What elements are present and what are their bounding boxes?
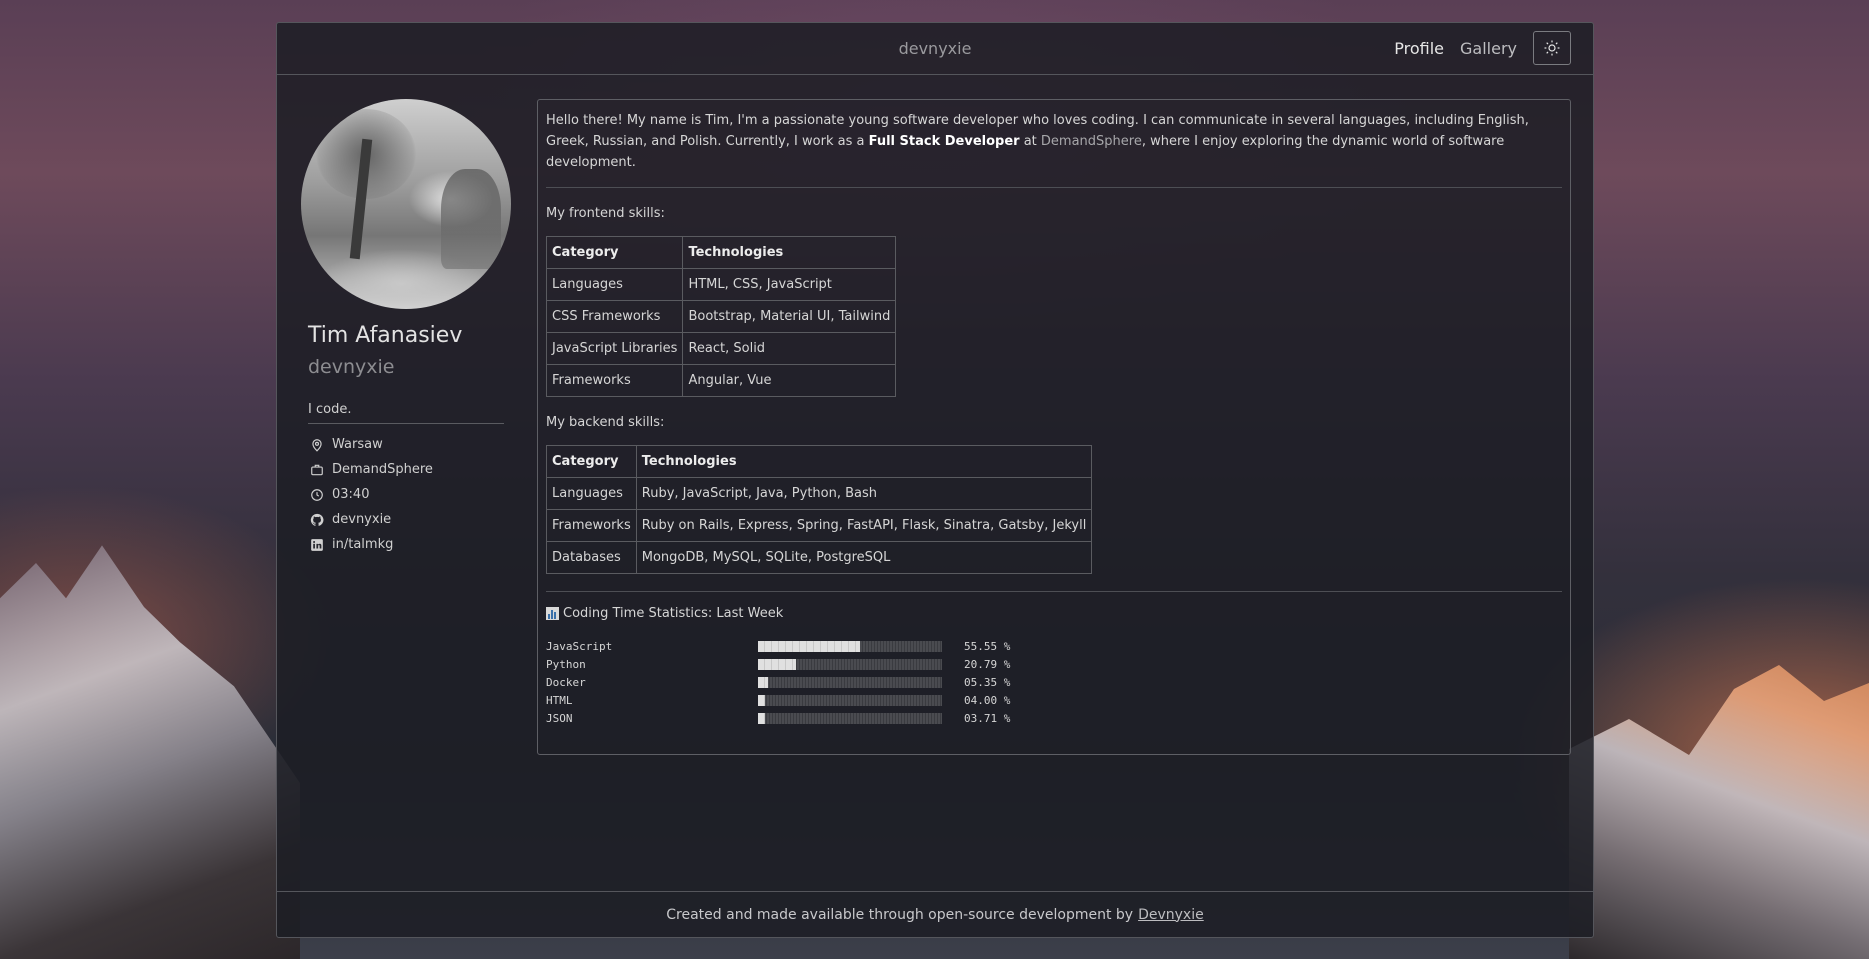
footer-text: Created and made available through open-… <box>666 906 1134 923</box>
backend-title: My backend skills: <box>546 415 665 430</box>
info-company: DemandSphere <box>308 457 501 482</box>
footer: Created and made available through open-… <box>277 891 1593 937</box>
company-link[interactable]: DemandSphere <box>1041 134 1142 149</box>
table-row: Languages Ruby, JavaScript, Java, Python… <box>546 477 1093 510</box>
nav-profile-link[interactable]: Profile <box>1394 39 1444 58</box>
table-row: JavaScript Libraries React, Solid <box>545 332 897 365</box>
frontend-skills-table: Category Technologies Languages HTML, CS… <box>545 236 897 397</box>
stat-percent: 55.55 % <box>964 639 1011 653</box>
info-linkedin[interactable]: in/talmkg <box>308 532 501 557</box>
stat-language: Docker <box>546 675 586 689</box>
avatar <box>301 99 511 309</box>
info-linkedin-text[interactable]: in/talmkg <box>332 537 393 552</box>
profile-info: Warsaw DemandSphere 03:40 devnyxie in/ta… <box>308 432 501 557</box>
profile-bio: I code. <box>308 402 504 424</box>
stat-bar <box>758 640 942 652</box>
stat-row: JSON 03.71 % <box>546 709 1562 727</box>
table-row: Frameworks Angular, Vue <box>545 364 897 397</box>
background-mountain-left <box>0 545 300 959</box>
stat-row: HTML 04.00 % <box>546 691 1562 709</box>
theme-toggle-button[interactable] <box>1533 31 1571 65</box>
coding-stats: Coding Time Statistics: Last Week JavaSc… <box>546 591 1562 727</box>
stat-bar <box>758 676 942 688</box>
stat-row: Python 20.79 % <box>546 655 1562 673</box>
table-row: CSS Frameworks Bootstrap, Material UI, T… <box>545 300 897 333</box>
role-text: Full Stack Developer <box>868 134 1020 149</box>
stat-language: JSON <box>546 711 573 725</box>
stat-bar-fill <box>758 658 797 670</box>
stat-bar-fill <box>758 676 768 688</box>
nav-gallery-link[interactable]: Gallery <box>1460 39 1517 58</box>
stat-language: JavaScript <box>546 639 613 653</box>
stats-table: JavaScript 55.55 % Python 20.79 % Docker… <box>546 637 1562 727</box>
location-icon <box>308 438 326 452</box>
info-company-text: DemandSphere <box>332 462 433 477</box>
info-github-text[interactable]: devnyxie <box>332 512 391 527</box>
info-github[interactable]: devnyxie <box>308 507 501 532</box>
briefcase-icon <box>308 463 326 477</box>
frontend-title: My frontend skills: <box>546 206 665 221</box>
linkedin-icon <box>308 538 326 552</box>
stat-bar-fill <box>758 694 766 706</box>
stats-title: Coding Time Statistics: Last Week <box>563 606 784 621</box>
table-row: Databases MongoDB, MySQL, SQLite, Postgr… <box>546 541 1093 574</box>
stat-row: JavaScript 55.55 % <box>546 637 1562 655</box>
github-icon <box>308 513 326 527</box>
info-time: 03:40 <box>308 482 501 507</box>
header: devnyxie Profile Gallery <box>277 23 1593 75</box>
table-header-row: Category Technologies <box>545 236 897 269</box>
table-row: Frameworks Ruby on Rails, Express, Sprin… <box>546 509 1093 542</box>
info-location: Warsaw <box>308 432 501 457</box>
info-time-text: 03:40 <box>332 487 370 502</box>
info-location-text: Warsaw <box>332 437 383 452</box>
stat-percent: 20.79 % <box>964 657 1011 671</box>
stat-language: Python <box>546 657 586 671</box>
stat-percent: 05.35 % <box>964 675 1011 689</box>
profile-username: devnyxie <box>308 356 395 378</box>
clock-icon <box>308 488 326 502</box>
stat-bar-fill <box>758 640 861 652</box>
stat-row: Docker 05.35 % <box>546 673 1562 691</box>
profile-name: Tim Afanasiev <box>308 323 463 348</box>
intro-paragraph: Hello there! My name is Tim, I'm a passi… <box>546 110 1562 188</box>
backend-skills-table: Category Technologies Languages Ruby, Ja… <box>546 445 1093 574</box>
app-window: devnyxie Profile Gallery Tim Afanasiev d… <box>276 22 1594 938</box>
sun-icon <box>1544 40 1560 56</box>
bar-chart-icon <box>546 607 559 620</box>
profile-sidebar: Tim Afanasiev devnyxie I code. Warsaw De… <box>301 99 511 557</box>
background-mountain-right <box>1569 665 1869 959</box>
stat-bar-fill <box>758 712 766 724</box>
stat-bar <box>758 694 942 706</box>
stat-language: HTML <box>546 693 573 707</box>
stat-bar <box>758 712 942 724</box>
brand-title[interactable]: devnyxie <box>899 39 972 58</box>
table-row: Languages HTML, CSS, JavaScript <box>545 268 897 301</box>
nav: Profile Gallery <box>1394 31 1571 65</box>
stat-bar <box>758 658 942 670</box>
stat-percent: 04.00 % <box>964 693 1011 707</box>
table-header-row: Category Technologies <box>546 445 1093 478</box>
stat-percent: 03.71 % <box>964 711 1011 725</box>
footer-link[interactable]: Devnyxie <box>1138 907 1204 923</box>
profile-content: Hello there! My name is Tim, I'm a passi… <box>537 99 1571 755</box>
